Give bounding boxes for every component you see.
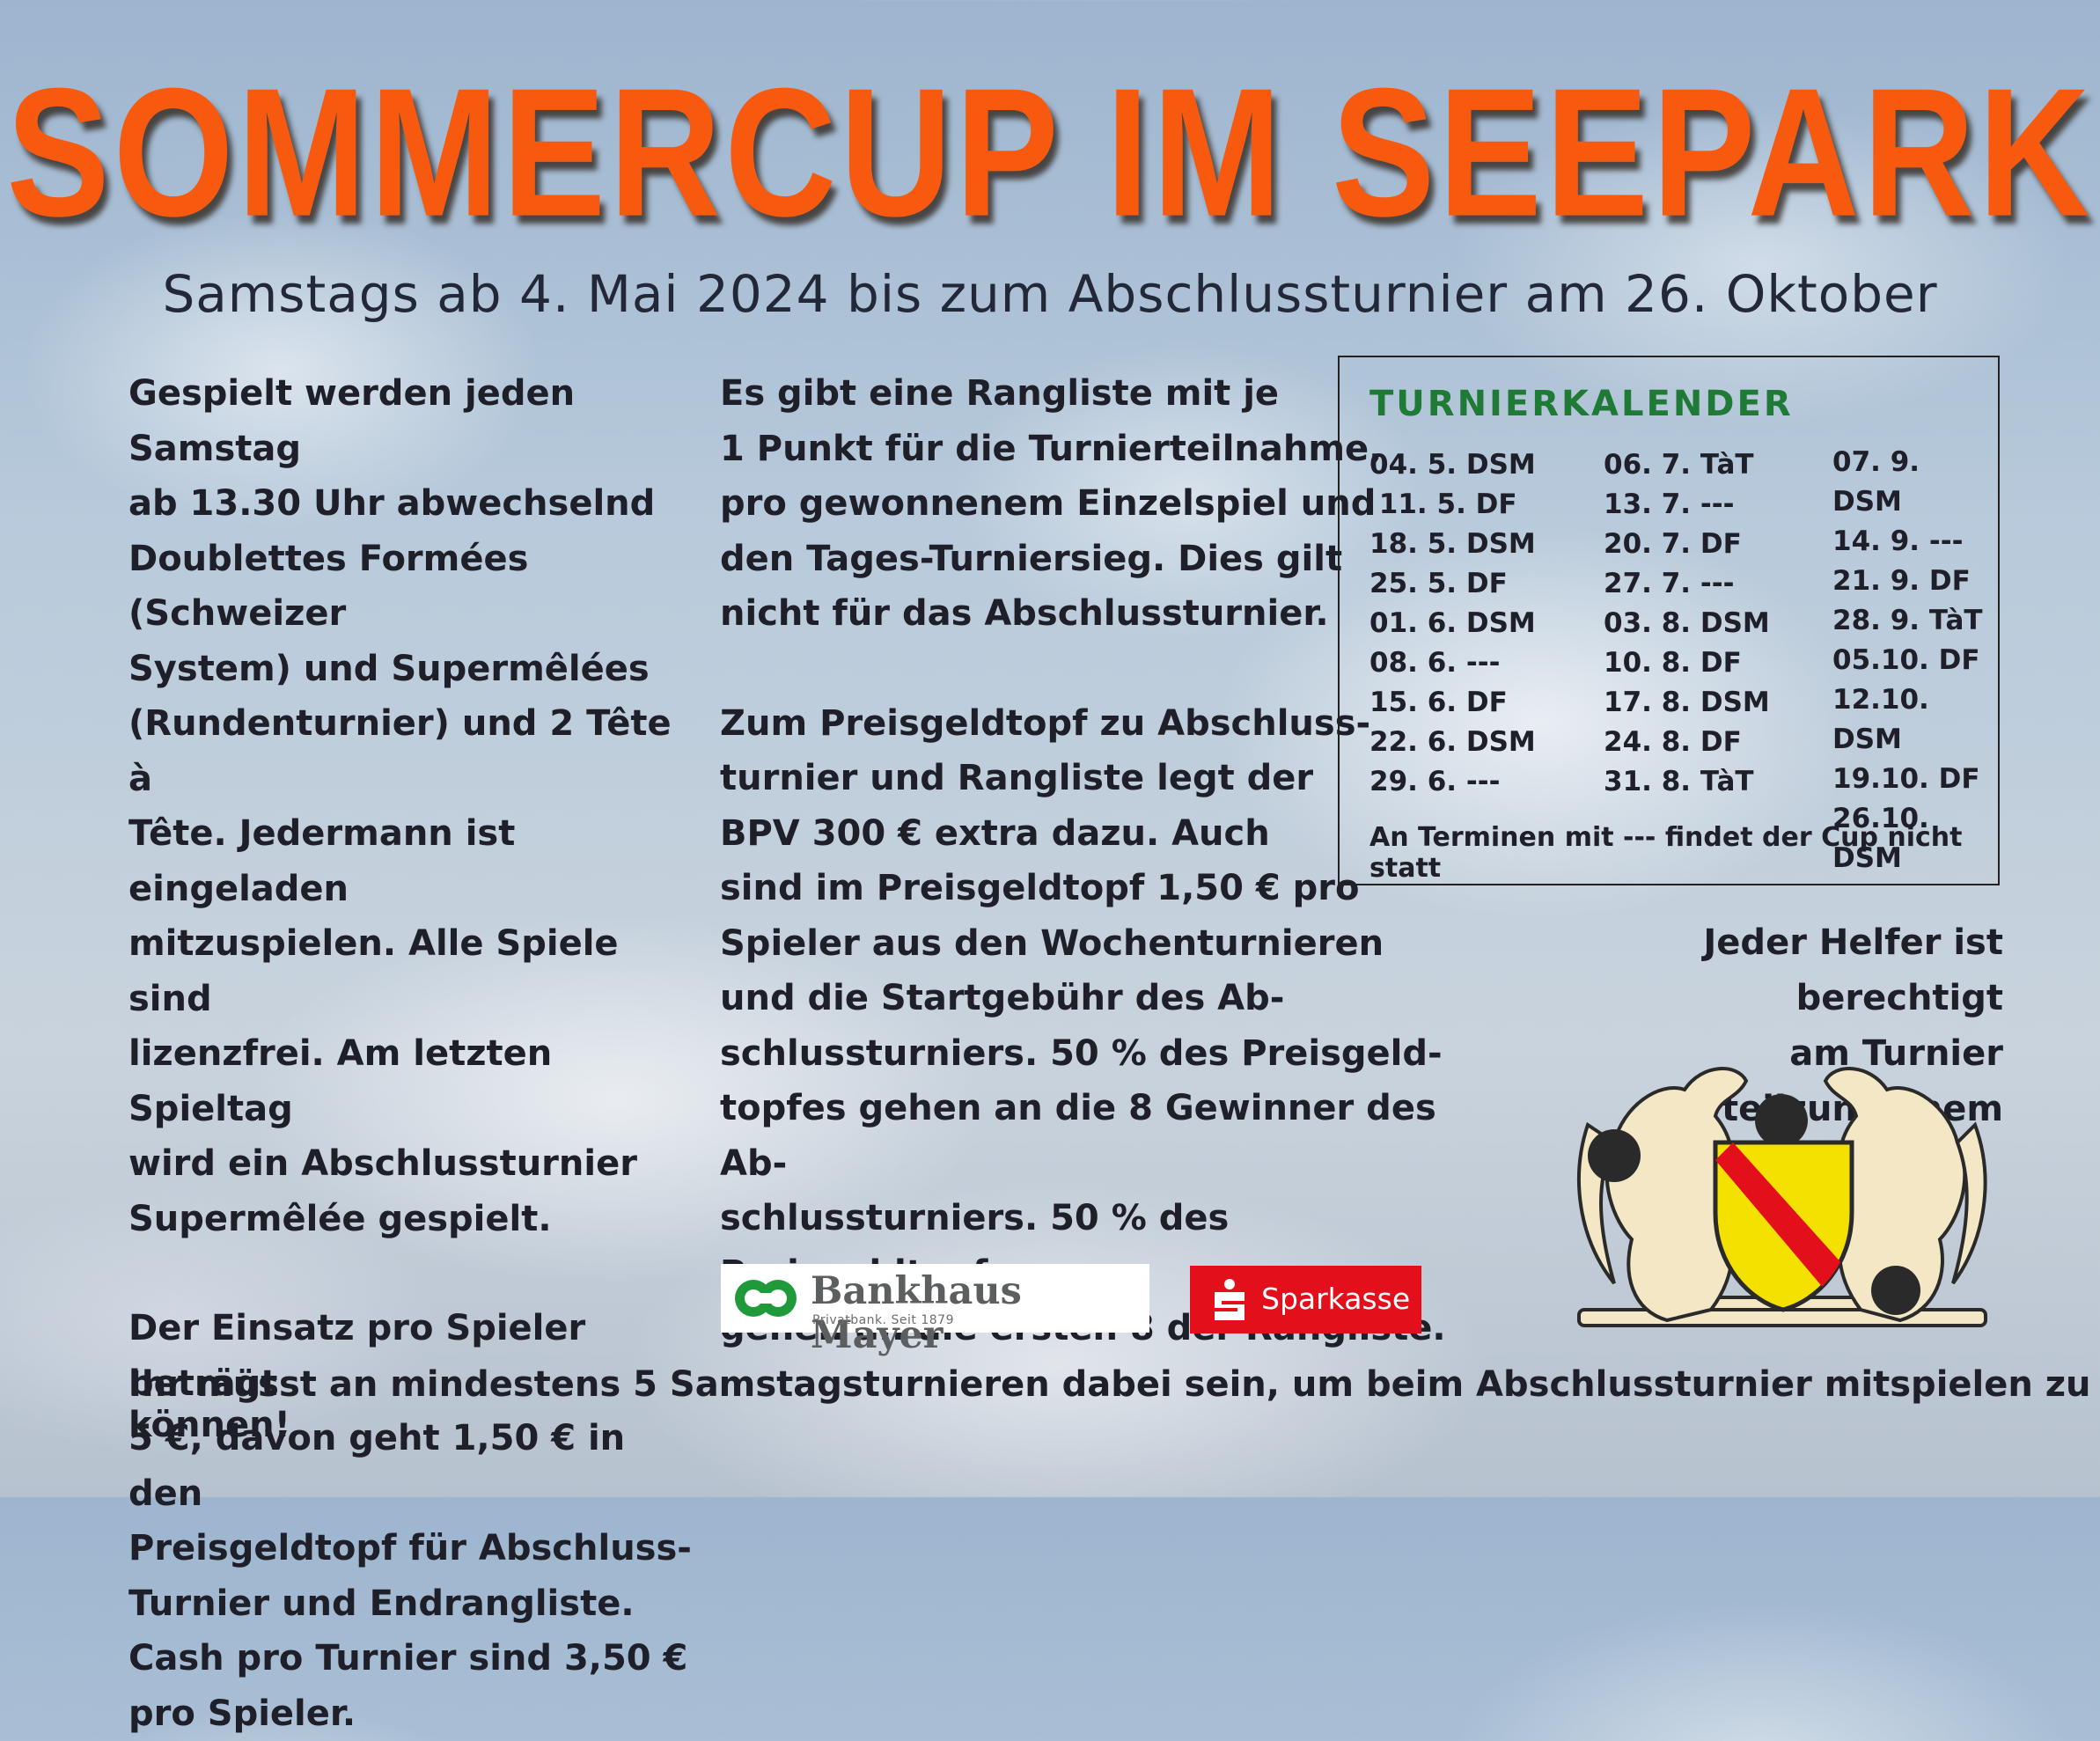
- calendar-column: 07. 9. DSM 14. 9. --- 21. 9. DF 28. 9. T…: [1832, 443, 1998, 878]
- text-line: Tête. Jedermann ist eingeladen: [128, 806, 701, 916]
- calendar-date: 01. 6. DSM: [1369, 604, 1536, 643]
- calendar-date: 29. 6. ---: [1369, 762, 1536, 802]
- text-line: Jeder Helfer ist berechtigt: [1514, 915, 2003, 1026]
- calendar-date: 11. 5. DF: [1369, 485, 1536, 525]
- text-line: Spieler aus den Wochenturnieren: [720, 916, 1459, 972]
- calendar-date: 10. 8. DF: [1604, 643, 1770, 683]
- text-line: System) und Supermêlées: [128, 642, 701, 697]
- calendar-date: 13. 7. ---: [1604, 485, 1770, 525]
- calendar-date: 15. 6. DF: [1369, 683, 1536, 723]
- rules-paragraph: Gespielt werden jeden Samstag ab 13.30 U…: [128, 366, 701, 1246]
- calendar-date: 06. 7. TàT: [1604, 445, 1770, 485]
- calendar-date: 31. 8. TàT: [1604, 762, 1770, 802]
- text-line: wird ein Abschlussturnier: [128, 1136, 701, 1192]
- calendar-date: 25. 5. DF: [1369, 564, 1536, 604]
- bankhaus-mayer-logo: Bankhaus Mayer Privatbank. Seit 1879: [721, 1264, 1149, 1333]
- text-line: Preisgeldtopf für Abschluss-: [128, 1521, 701, 1576]
- rules-column: Gespielt werden jeden Samstag ab 13.30 U…: [128, 366, 701, 1741]
- subtitle: Samstags ab 4. Mai 2024 bis zum Abschlus…: [0, 264, 2100, 324]
- bank-symbol-icon: [731, 1276, 800, 1320]
- calendar-date: 27. 7. ---: [1604, 564, 1770, 604]
- calendar-date: 21. 9. DF: [1832, 562, 1998, 601]
- calendar-date: 04. 5. DSM: [1369, 445, 1536, 485]
- text-line: Supermêlée gespielt.: [128, 1192, 701, 1247]
- footer-note: Ihr müsst an mindestens 5 Samstagsturnie…: [128, 1364, 2100, 1445]
- calendar-column: 04. 5. DSM 11. 5. DF 18. 5. DSM 25. 5. D…: [1369, 445, 1536, 802]
- text-line: und die Startgebühr des Ab-: [720, 971, 1459, 1026]
- text-line: topfes gehen an die 8 Gewinner des Ab-: [720, 1081, 1459, 1191]
- text-line: ab 13.30 Uhr abwechselnd: [128, 476, 701, 532]
- sparkasse-s-icon: [1209, 1278, 1250, 1322]
- calendar-date: 20. 7. DF: [1604, 525, 1770, 564]
- calendar-date: 07. 9. DSM: [1832, 443, 1998, 522]
- text-line: pro Spieler.: [128, 1686, 701, 1741]
- calendar-date: 03. 8. DSM: [1604, 604, 1770, 643]
- text-line: Cash pro Turnier sind 3,50 €: [128, 1631, 701, 1686]
- baden-coat-of-arms-icon: [1561, 1046, 2003, 1336]
- calendar-date: 12.10. DSM: [1832, 680, 1998, 760]
- text-line: Turnier und Endrangliste.: [128, 1576, 701, 1632]
- tournament-calendar: TURNIERKALENDER 04. 5. DSM 11. 5. DF 18.…: [1338, 356, 2000, 885]
- bank-tagline: Privatbank. Seit 1879: [812, 1313, 954, 1327]
- text-line: schlussturniers. 50 % des Preisgeld-: [720, 1026, 1459, 1082]
- sparkasse-logo: Sparkasse: [1190, 1266, 1421, 1333]
- calendar-date: 19.10. DF: [1832, 760, 1998, 799]
- calendar-column: 06. 7. TàT 13. 7. --- 20. 7. DF 27. 7. -…: [1604, 445, 1770, 802]
- text-line: Doublettes Formées (Schweizer: [128, 532, 701, 642]
- text-line: lizenzfrei. Am letzten Spieltag: [128, 1026, 701, 1136]
- calendar-date: 18. 5. DSM: [1369, 525, 1536, 564]
- calendar-date: 08. 6. ---: [1369, 643, 1536, 683]
- calendar-date: 22. 6. DSM: [1369, 723, 1536, 762]
- calendar-date: 24. 8. DF: [1604, 723, 1770, 762]
- text-line: mitzuspielen. Alle Spiele sind: [128, 916, 701, 1026]
- calendar-note: An Terminen mit --- findet der Cup nicht…: [1369, 822, 1998, 884]
- calendar-heading: TURNIERKALENDER: [1369, 384, 1794, 424]
- calendar-date: 14. 9. ---: [1832, 522, 1998, 562]
- text-line: (Rundenturnier) und 2 Tête à: [128, 696, 701, 806]
- calendar-date: 17. 8. DSM: [1604, 683, 1770, 723]
- page-title: SOMMERCUP IM SEEPARK: [0, 62, 2100, 245]
- calendar-date: 28. 9. TàT: [1832, 601, 1998, 641]
- calendar-date: 05.10. DF: [1832, 641, 1998, 680]
- sparkasse-name: Sparkasse: [1261, 1282, 1410, 1316]
- text-line: Gespielt werden jeden Samstag: [128, 366, 701, 476]
